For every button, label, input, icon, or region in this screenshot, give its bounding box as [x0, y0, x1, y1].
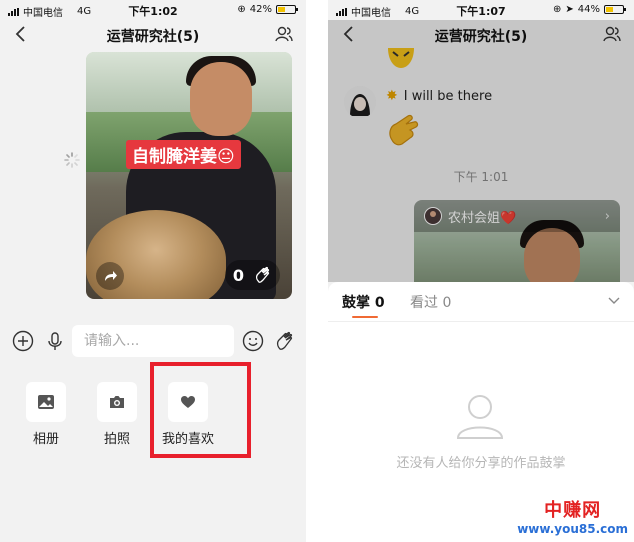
applause-count: 0 — [232, 265, 244, 285]
location-icon: ➤ — [565, 4, 574, 15]
left-phone-screen: 中国电信 4G 下午1:02 ⊕ 42% 运营研究社(5) 自制腌洋姜😐 0 请… — [0, 0, 306, 542]
camera-icon — [110, 396, 124, 408]
screenshot-composite: 中国电信 4G 下午1:02 ⊕ 42% 运营研究社(5) 自制腌洋姜😐 0 请… — [0, 0, 634, 542]
right-phone-screen: 中国电信 4G 下午1:07 ⊕ ➤ 44% 运营研究社(5) ✸ I will… — [328, 0, 634, 542]
chat-title: 运营研究社(5) — [106, 29, 200, 45]
nav-bar: 运营研究社(5) — [0, 20, 306, 50]
clap-icon[interactable] — [274, 330, 296, 352]
battery-percent: 42% — [249, 4, 272, 15]
applause-count-button[interactable]: 0 — [224, 260, 280, 290]
emoji-icon[interactable] — [242, 330, 264, 352]
site-watermark: 中赚网 www.you85.com — [517, 496, 628, 536]
battery-icon — [276, 5, 298, 14]
panel-item-album[interactable]: 相册 — [16, 382, 76, 447]
panel-label-camera: 拍照 — [103, 432, 130, 447]
message-input[interactable] — [72, 325, 234, 357]
share-button[interactable] — [96, 262, 124, 290]
status-bar: 中国电信 4G 下午1:07 ⊕ ➤ 44% — [328, 0, 634, 20]
empty-state-text: 还没有人给你分享的作品鼓掌 — [396, 456, 566, 471]
watermark-logo: 中赚网 — [544, 500, 602, 521]
orientation-lock-icon: ⊕ — [552, 4, 562, 15]
battery-icon — [604, 5, 626, 14]
shared-video-card[interactable]: 自制腌洋姜😐 0 — [86, 52, 292, 299]
battery-percent: 44% — [577, 4, 600, 15]
microphone-icon[interactable] — [44, 330, 66, 352]
modal-dim-overlay[interactable] — [328, 20, 634, 282]
status-bar: 中国电信 4G 下午1:02 ⊕ 42% — [0, 0, 306, 20]
orientation-lock-icon: ⊕ — [237, 4, 246, 15]
plus-icon[interactable] — [12, 330, 34, 352]
loading-spinner-icon — [64, 152, 80, 168]
active-tab-indicator — [352, 316, 378, 318]
tab-applause[interactable]: 鼓掌 0 — [342, 292, 385, 312]
message-input-bar — [0, 322, 306, 360]
watermark-url: www.you85.com — [517, 522, 628, 536]
panel-item-camera[interactable]: 拍照 — [87, 382, 147, 447]
tab-viewed[interactable]: 看过 0 — [410, 292, 451, 312]
panel-label-album: 相册 — [32, 432, 59, 447]
clap-icon — [255, 266, 270, 283]
video-caption: 自制腌洋姜😐 — [126, 140, 241, 169]
sheet-tabs: 鼓掌 0 看过 0 — [328, 282, 634, 322]
share-arrow-icon — [105, 271, 117, 281]
group-members-icon[interactable] — [274, 24, 294, 44]
photo-album-icon — [38, 395, 54, 409]
chevron-down-icon[interactable] — [606, 292, 622, 308]
highlight-annotation-box — [150, 362, 251, 458]
empty-user-icon — [456, 395, 504, 439]
